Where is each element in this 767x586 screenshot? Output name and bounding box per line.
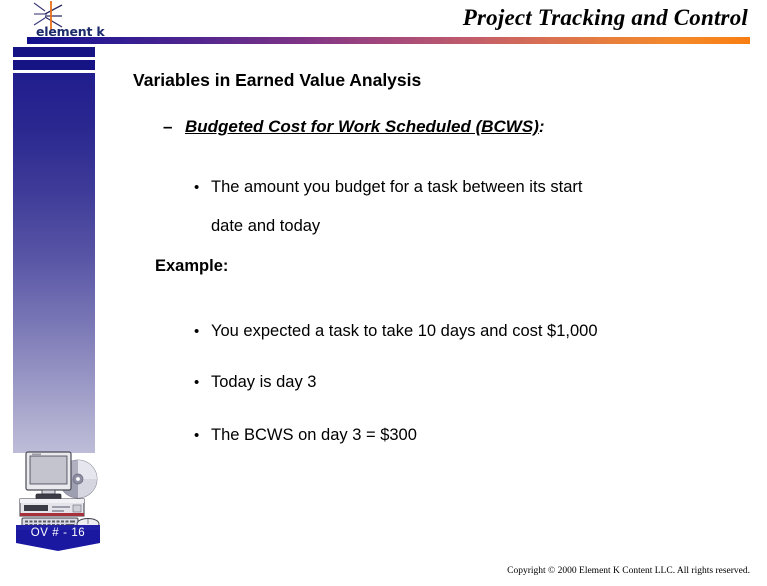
list-item: • The BCWS on day 3 = $300 xyxy=(194,416,417,455)
bullet-glyph: • xyxy=(194,374,200,391)
list-item-text: You expected a task to take 10 days and … xyxy=(211,322,598,340)
bullet-glyph: • xyxy=(194,179,200,196)
sidebar-accent-bar-top xyxy=(13,47,95,57)
header-gradient-divider xyxy=(27,37,750,44)
subheading-colon: : xyxy=(538,117,545,136)
list-item: • Today is day 3 xyxy=(194,363,316,402)
bullet-glyph: • xyxy=(194,427,200,444)
copyright-notice: Copyright © 2000 Element K Content LLC. … xyxy=(507,566,750,576)
definition-line-2: date and today xyxy=(211,217,321,235)
subheading-term: Budgeted Cost for Work Scheduled (BCWS) xyxy=(185,117,539,136)
content-heading: Variables in Earned Value Analysis xyxy=(133,70,422,90)
example-label: Example: xyxy=(155,257,229,275)
list-item-text: Today is day 3 xyxy=(211,373,317,391)
definition-bullet: • The amount you budget for a task betwee… xyxy=(194,168,582,245)
subheading-dash: – xyxy=(163,117,173,136)
presentation-slide: element k Project Tracking and Control O… xyxy=(0,0,767,586)
bullet-glyph: • xyxy=(194,323,200,340)
page-title: Project Tracking and Control xyxy=(462,5,748,30)
list-item-text: The BCWS on day 3 = $300 xyxy=(211,426,417,444)
list-item: • You expected a task to take 10 days and… xyxy=(194,312,598,351)
definition-line-1: The amount you budget for a task between… xyxy=(211,178,583,196)
desktop-computer-icon xyxy=(12,446,104,551)
content-subheading: – Budgeted Cost for Work Scheduled (BCWS)… xyxy=(163,117,545,137)
sidebar-gradient-column xyxy=(13,73,95,453)
sidebar-accent-bar-bottom xyxy=(13,60,95,70)
brand-logo: element k xyxy=(14,0,124,42)
